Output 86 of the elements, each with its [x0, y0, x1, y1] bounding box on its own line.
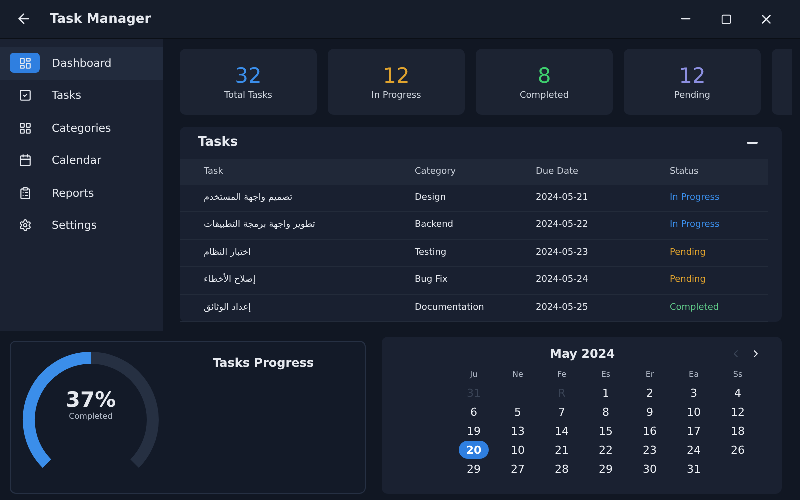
stat-label: Pending	[674, 90, 710, 100]
calendar-day[interactable]: 10	[503, 441, 533, 459]
month-title: May 2024	[550, 347, 616, 361]
date-cell: 2024-05-21	[512, 184, 646, 212]
window-title: Task Manager	[50, 12, 152, 26]
calendar-day[interactable]: 5	[503, 403, 533, 421]
weekday-label: Ne	[512, 368, 524, 380]
weekday-label: Er	[646, 368, 654, 380]
panel-title: Tasks	[198, 135, 238, 150]
calendar-day[interactable]: 28	[547, 460, 577, 478]
calendar-day[interactable]: 29	[591, 460, 621, 478]
calendar-day[interactable]: 4	[723, 384, 753, 402]
calendar-day[interactable]: 7	[547, 403, 577, 421]
task-cell: تطوير واجهة برمجة التطبيقات	[180, 212, 391, 240]
calendar-day[interactable]: 2	[635, 384, 665, 402]
calendar-day[interactable]: 16	[635, 422, 665, 440]
stat-value: 12	[383, 64, 410, 88]
dashboard-icon	[10, 53, 40, 74]
calendar-day[interactable]: 27	[503, 460, 533, 478]
panel-title: Tasks Progress	[213, 356, 314, 372]
calendar-day[interactable]: 14	[547, 422, 577, 440]
stat-value: 32	[235, 64, 262, 88]
calendar-day[interactable]: 17	[679, 422, 709, 440]
category-cell: Backend	[391, 212, 512, 240]
calendar-day[interactable]: 24	[679, 441, 709, 459]
sidebar-item[interactable]: Dashboard	[0, 47, 163, 80]
calendar-day[interactable]: 1	[591, 384, 621, 402]
status-cell: Pending	[646, 240, 768, 267]
task-cell: اختبار النظام	[180, 240, 391, 267]
category-cell: Testing	[391, 240, 512, 267]
calendar-day[interactable]: 15	[591, 422, 621, 440]
date-cell: 2024-05-25	[512, 294, 646, 322]
calendar-day[interactable]: 30	[635, 460, 665, 478]
column-header: Due Date	[512, 158, 646, 184]
weekday-label: Ss	[733, 368, 743, 380]
date-cell: 2024-05-23	[512, 240, 646, 267]
sidebar-item[interactable]: Categories	[0, 112, 163, 144]
back-icon[interactable]	[16, 11, 32, 27]
status-cell: Completed	[646, 294, 768, 322]
calendar-day[interactable]: 19	[459, 422, 489, 440]
calendar-day[interactable]: 3	[679, 384, 709, 402]
calendar-day[interactable]: 18	[723, 422, 753, 440]
status-cell: Pending	[646, 267, 768, 294]
sidebar-item[interactable]: Reports	[0, 177, 163, 210]
task-cell: إعداد الوثائق	[180, 294, 391, 322]
stat-value: 8	[538, 64, 552, 88]
status-cell: In Progress	[646, 212, 768, 240]
calendar-day[interactable]: 23	[635, 441, 665, 459]
stat-value: 12	[679, 64, 706, 88]
column-header: Category	[391, 158, 512, 184]
calendar-day[interactable]: 22	[591, 441, 621, 459]
sidebar-item[interactable]: Tasks	[0, 80, 163, 112]
category-cell: Documentation	[391, 294, 512, 322]
calendar-day[interactable]: 20	[459, 441, 489, 459]
category-cell: Bug Fix	[391, 267, 512, 294]
calendar-day[interactable]: 29	[459, 460, 489, 478]
calendar-day[interactable]: 31	[679, 460, 709, 478]
calendar-day[interactable]: 21	[547, 441, 577, 459]
sidebar-item[interactable]: Calendar	[0, 144, 163, 177]
calendar-day[interactable]: 6	[459, 403, 489, 421]
calendar-day[interactable]: 9	[635, 403, 665, 421]
calendar-day[interactable]: 26	[723, 441, 753, 459]
column-header: Task	[180, 158, 391, 184]
date-cell: 2024-05-24	[512, 267, 646, 294]
task-cell: إصلاح الأخطاء	[180, 267, 391, 294]
category-cell: Design	[391, 184, 512, 212]
maximize-icon	[720, 14, 732, 24]
status-cell: In Progress	[646, 184, 768, 212]
calendar-day[interactable]: 8	[591, 403, 621, 421]
calendar-day[interactable]: 10	[679, 403, 709, 421]
weekday-label: Ea	[689, 368, 699, 380]
stat-label: Completed	[520, 90, 570, 100]
task-cell: تصميم واجهة المستخدم	[180, 184, 391, 212]
percent-caption: Completed	[69, 412, 113, 421]
minus-icon	[747, 142, 758, 144]
weekday-label: Ju	[470, 368, 478, 381]
calendar-day[interactable]: 12	[723, 403, 753, 421]
weekday-label: Fe	[557, 368, 567, 380]
calendar-day[interactable]: 13	[503, 422, 533, 440]
weekday-label: Es	[601, 368, 611, 380]
stat-label: Total Tasks	[224, 90, 272, 100]
stat-label: In Progress	[372, 90, 422, 100]
percent-value: 37%	[66, 388, 116, 412]
date-cell: 2024-05-22	[512, 212, 646, 240]
column-header: Status	[646, 158, 768, 184]
sidebar-item[interactable]: Settings	[0, 210, 163, 242]
